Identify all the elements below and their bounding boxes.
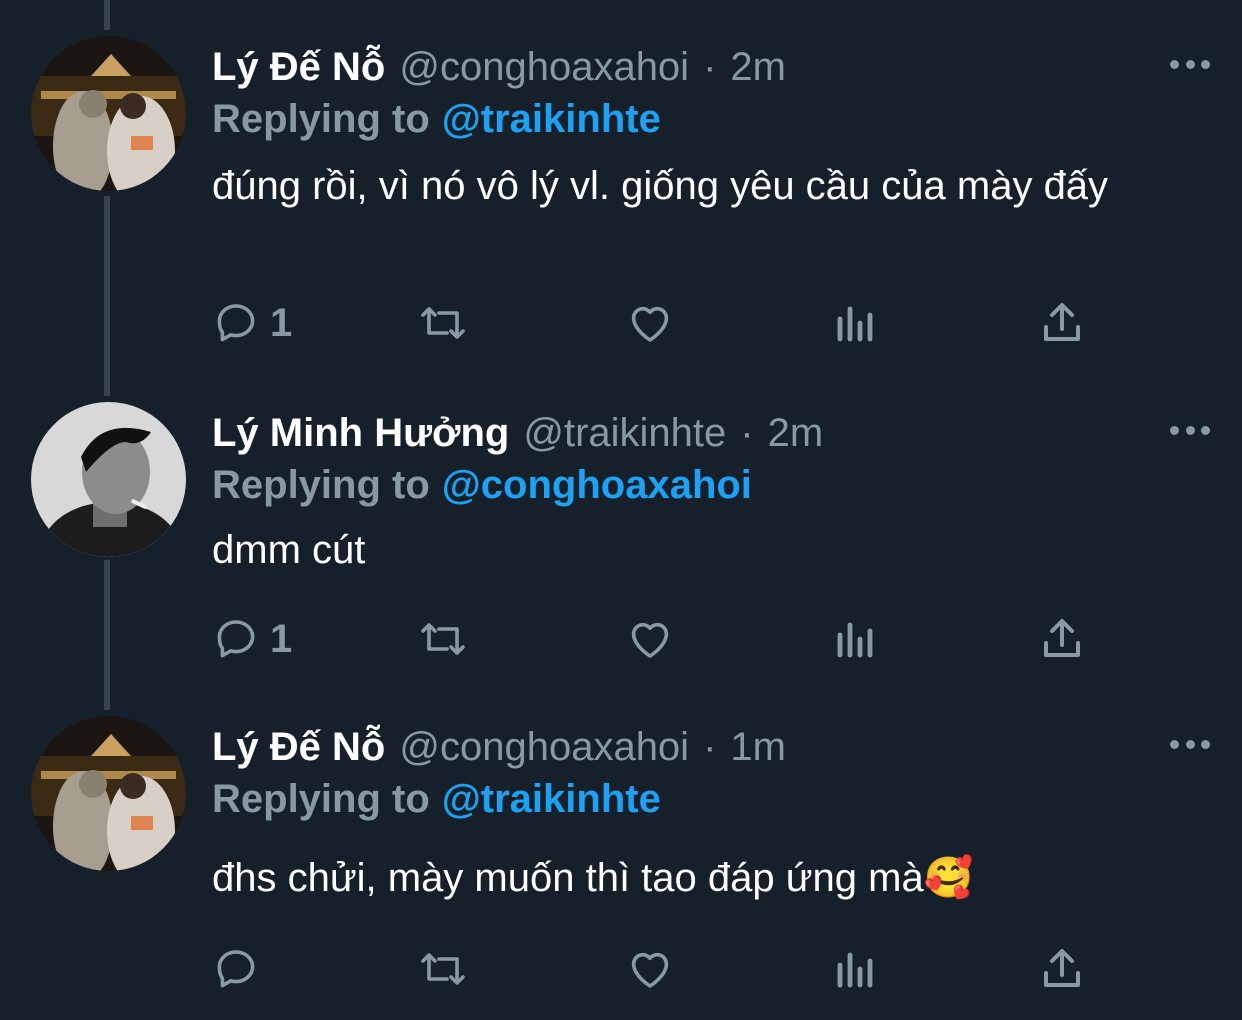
retweet-button[interactable] (416, 944, 470, 994)
analytics-icon (837, 306, 873, 342)
replying-to: Replying to @traikinhte (212, 96, 661, 142)
display-name[interactable]: Lý Đế Nỗ (212, 724, 385, 770)
analytics-button[interactable] (834, 614, 878, 664)
separator: · (703, 725, 717, 769)
reply-count: 1 (270, 300, 293, 345)
replying-label: Replying to (212, 777, 430, 821)
avatar[interactable] (31, 716, 186, 871)
share-icon (1044, 949, 1080, 987)
display-name[interactable]: Lý Đế Nỗ (212, 44, 385, 90)
more-options-icon[interactable] (1170, 420, 1210, 440)
tweet-actions: 1 (212, 614, 1092, 664)
analytics-button[interactable] (834, 944, 878, 994)
replying-to: Replying to @traikinhte (212, 776, 661, 822)
mention-link[interactable]: @traikinhte (442, 97, 661, 141)
user-handle[interactable]: @conghoaxahoi (399, 724, 689, 770)
mention-link[interactable]: @conghoaxahoi (442, 463, 752, 507)
analytics-button[interactable] (834, 298, 878, 348)
share-icon (1044, 619, 1080, 657)
tweet-header: Lý Minh Hưởng @traikinhte · 2m (212, 410, 823, 456)
analytics-icon (837, 952, 873, 988)
retweet-icon (421, 623, 465, 655)
mention-link[interactable]: @traikinhte (442, 777, 661, 821)
tweet-text: đhs chửi, mày muốn thì tao đáp ứng mà🥰 (212, 856, 974, 900)
more-options-icon[interactable] (1170, 54, 1210, 74)
reply-button[interactable]: 1 (212, 614, 292, 664)
heart-icon (631, 622, 669, 658)
tweet-header: Lý Đế Nỗ @conghoaxahoi · 1m (212, 724, 786, 770)
reply-icon (217, 620, 255, 658)
thread-line (104, 0, 110, 30)
display-name[interactable]: Lý Minh Hưởng (212, 410, 509, 456)
like-button[interactable] (626, 298, 674, 348)
share-button[interactable] (1040, 944, 1084, 994)
tweet-text: dmm cút (212, 528, 366, 572)
separator: · (740, 411, 754, 455)
analytics-icon (837, 622, 873, 658)
timestamp[interactable]: 2m (768, 410, 824, 456)
retweet-button[interactable] (416, 614, 470, 664)
separator: · (703, 45, 717, 89)
reply-icon (217, 304, 255, 342)
retweet-button[interactable] (416, 298, 470, 348)
reply-button[interactable]: 1 (212, 298, 292, 348)
avatar[interactable] (31, 36, 186, 191)
user-handle[interactable]: @traikinhte (523, 410, 726, 456)
like-button[interactable] (626, 614, 674, 664)
tweet-header: Lý Đế Nỗ @conghoaxahoi · 2m (212, 44, 786, 90)
reply-count: 1 (270, 616, 293, 661)
tweet[interactable]: Lý Đế Nỗ @conghoaxahoi · 2m Replying to @… (0, 30, 1242, 370)
replying-label: Replying to (212, 97, 430, 141)
timestamp[interactable]: 1m (730, 724, 786, 770)
retweet-icon (421, 307, 465, 339)
tweet-text: đúng rồi, vì nó vô lý vl. giống yêu cầu … (212, 164, 1109, 208)
like-button[interactable] (626, 944, 674, 994)
retweet-icon (421, 953, 465, 985)
user-handle[interactable]: @conghoaxahoi (399, 44, 689, 90)
replying-to: Replying to @conghoaxahoi (212, 462, 752, 508)
timestamp[interactable]: 2m (730, 44, 786, 90)
replying-label: Replying to (212, 463, 430, 507)
avatar[interactable] (31, 402, 186, 557)
reply-button[interactable] (212, 944, 270, 994)
heart-icon (631, 306, 669, 342)
tweet-actions: 1 (212, 298, 1092, 348)
share-button[interactable] (1040, 614, 1084, 664)
more-options-icon[interactable] (1170, 734, 1210, 754)
heart-icon (631, 952, 669, 988)
share-button[interactable] (1040, 298, 1084, 348)
reply-icon (217, 950, 255, 988)
tweet[interactable]: Lý Đế Nỗ @conghoaxahoi · 1m Replying to @… (0, 710, 1242, 1020)
share-icon (1044, 303, 1080, 341)
tweet[interactable]: Lý Minh Hưởng @traikinhte · 2m Replying … (0, 396, 1242, 696)
tweet-actions (212, 944, 1092, 994)
